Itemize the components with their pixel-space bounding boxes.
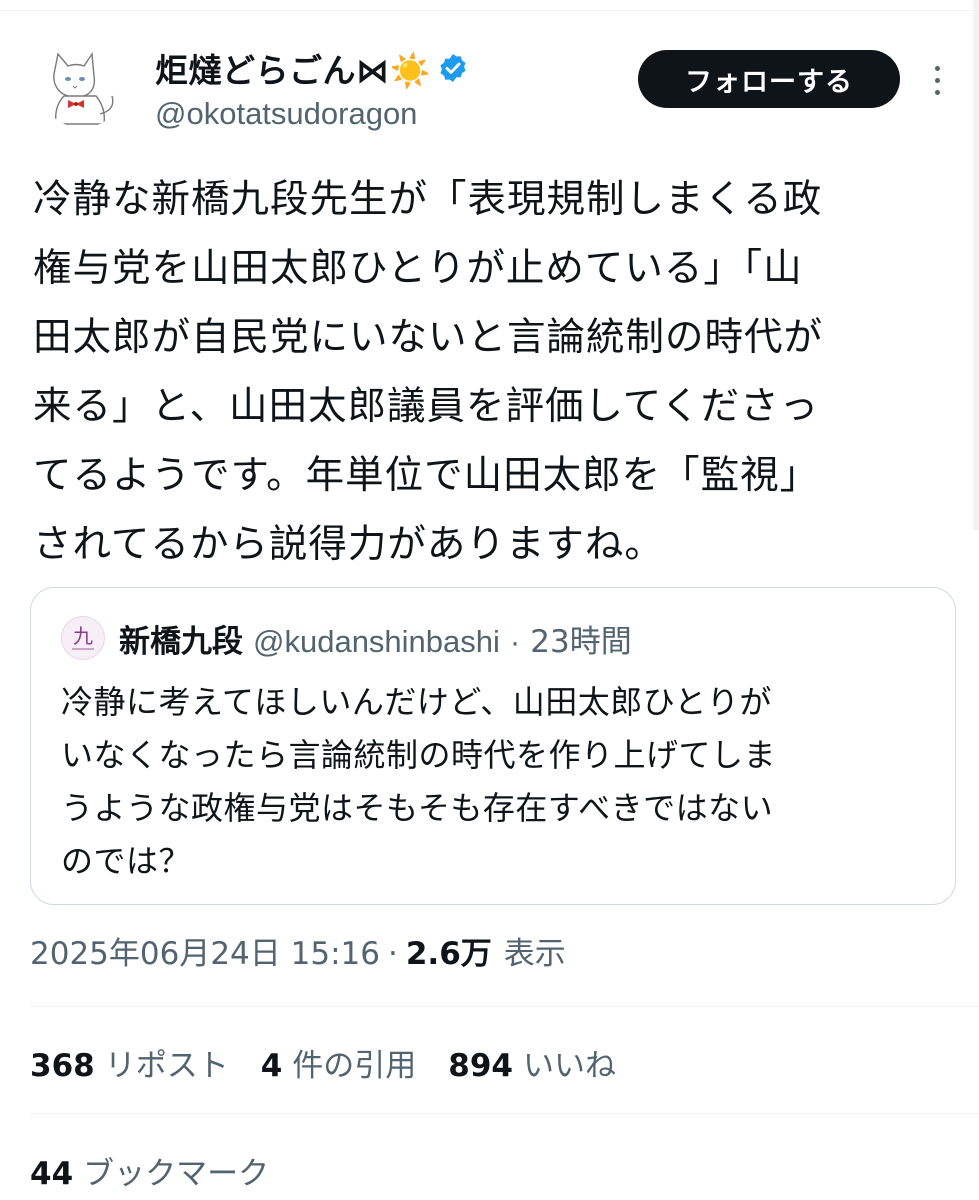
quoted-display-name: 新橋九段 — [119, 624, 243, 660]
tweet-timestamp[interactable]: 2025年06月24日 15:16 — [30, 928, 380, 973]
author-handle[interactable]: @okotatsudoragon — [155, 96, 417, 132]
tweet-text-line: てるようです。年単位で山田太郎を「監視」 — [33, 453, 820, 498]
quoted-time: 23時間 — [530, 624, 632, 660]
bookmarks-label: ブックマーク — [83, 1156, 270, 1192]
author-display-name: 炬燵どらごん⋈☀️ — [155, 51, 432, 90]
tweet-meta: 2025年06月24日 15:16 · 2.6万 表示 — [30, 928, 566, 973]
reposts-stat[interactable]: 368 リポスト — [30, 1040, 229, 1085]
divider — [30, 1113, 979, 1114]
more-options-icon[interactable] — [926, 58, 948, 102]
tweet-header: 炬燵どらごん⋈☀️ @okotatsudoragon フォローする — [0, 30, 979, 150]
quoted-text-line: いなくなったら言論統制の時代を作り上げてしま — [61, 736, 777, 774]
quotes-label: 件の引用 — [292, 1048, 417, 1084]
reposts-count: 368 — [30, 1048, 95, 1084]
likes-count: 894 — [448, 1048, 514, 1084]
author-name-row[interactable]: 炬燵どらごん⋈☀️ — [155, 44, 469, 92]
top-divider — [0, 10, 979, 11]
quoted-text-line: うような政権与党はそもそも存在すべきではない — [61, 789, 774, 827]
follow-button[interactable]: フォローする — [638, 50, 900, 108]
tweet-text-line: 冷静な新橋九段先生が「表現規制しまくる政 — [33, 177, 823, 222]
tweet-text-line: 来る」と、山田太郎議員を評価してくださっ — [33, 384, 820, 429]
tweet-text-line: 権与党を山田太郎ひとりが止めている」「山 — [33, 246, 803, 291]
reposts-label: リポスト — [104, 1048, 229, 1084]
cat-avatar-icon — [40, 44, 124, 128]
quotes-stat[interactable]: 4 件の引用 — [261, 1040, 417, 1085]
quoted-handle: @kudanshinbashi — [253, 624, 500, 659]
tweet-body: 冷静な新橋九段先生が「表現規制しまくる政 権与党を山田太郎ひとりが止めている」「… — [33, 165, 953, 579]
tweet-text-line: 田太郎が自民党にいないと言論統制の時代が — [33, 315, 824, 360]
verified-badge-icon — [440, 54, 466, 82]
divider — [30, 1006, 979, 1007]
quoted-text-line: 冷静に考えてほしいんだけど、山田太郎ひとりが — [61, 683, 772, 721]
author-avatar[interactable] — [40, 44, 124, 128]
quoted-author-row: 新橋九段 @kudanshinbashi · 23時間 — [119, 616, 632, 661]
quoted-author-avatar: 九 — [61, 616, 105, 660]
view-count-label: 表示 — [503, 936, 566, 972]
bookmarks-stat[interactable]: 44 ブックマーク — [30, 1148, 269, 1193]
quoted-tweet-card[interactable]: 九 新橋九段 @kudanshinbashi · 23時間 冷静に考えてほしいん… — [30, 587, 956, 905]
tweet-text-line: されてるから説得力がありますね。 — [33, 522, 664, 567]
view-count: 2.6万 — [405, 936, 492, 972]
quoted-text-line: のでは？ — [61, 842, 192, 880]
engagement-stats: 368 リポスト 4 件の引用 894 いいね — [30, 1040, 648, 1085]
quotes-count: 4 — [260, 1048, 283, 1084]
likes-stat[interactable]: 894 いいね — [448, 1040, 616, 1085]
likes-label: いいね — [523, 1048, 617, 1084]
bookmarks-count: 44 — [30, 1156, 74, 1192]
meta-separator: · — [387, 936, 398, 972]
quoted-avatar-glyph: 九 — [73, 624, 93, 648]
quoted-tweet-body: 冷静に考えてほしいんだけど、山田太郎ひとりが いなくなったら言論統制の時代を作り… — [61, 676, 941, 888]
quoted-separator: · — [509, 624, 521, 659]
